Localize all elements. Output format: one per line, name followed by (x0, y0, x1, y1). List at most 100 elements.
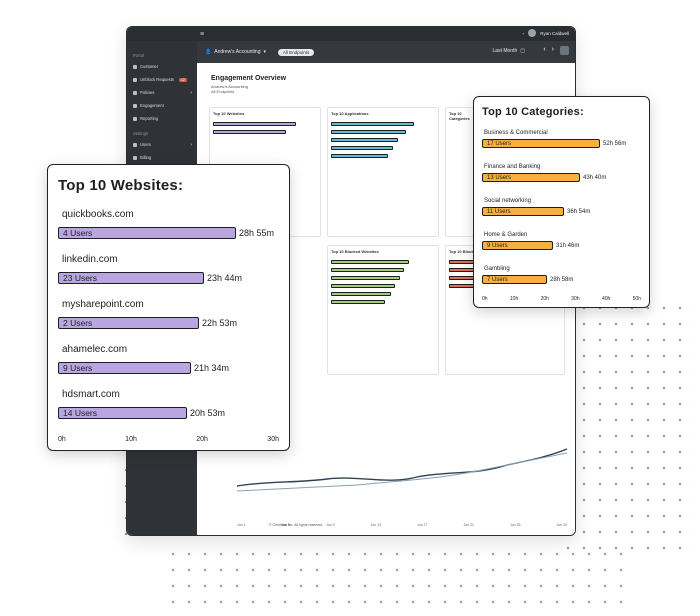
top-categories-card: Top 10 Categories: Business & Commercial… (473, 96, 650, 308)
top-websites-title: Top 10 Websites: (58, 177, 184, 194)
notification-icon[interactable]: ▫ (523, 31, 525, 36)
bar-value-label: 36h 54m (567, 208, 591, 215)
sidebar-heading-portal: Portal (133, 53, 144, 58)
trend-x-tick: Jun 9 (326, 523, 335, 527)
x-tick-label: 20h (540, 296, 549, 302)
bar-users-label: 2 Users (63, 318, 93, 328)
bar-users-label: 4 Users (63, 228, 93, 238)
sidebar-item-policies[interactable]: Policies › (127, 86, 197, 99)
row-label: quickbooks.com (62, 209, 134, 220)
next-period-button[interactable]: › (552, 46, 554, 55)
user-icon (133, 64, 137, 69)
mini-bar (331, 154, 389, 158)
mini-bar (331, 138, 398, 142)
mini-bar (331, 146, 394, 150)
sidebar-item-unblock-requests[interactable]: Unblock Requests 12 (127, 73, 197, 86)
unblock-count-badge: 12 (178, 77, 187, 82)
x-tick-label: 10h (125, 436, 137, 443)
bar-users-label: 17 Users (487, 140, 512, 147)
bar-users-label: 23 Users (63, 273, 98, 283)
mini-bar (331, 292, 392, 296)
bar-value-label: 23h 44m (207, 273, 243, 283)
mini-bar (331, 300, 386, 304)
row-label: mysharepoint.com (62, 299, 144, 310)
report-meta: Andrew's Accounting All Endpoints (211, 84, 249, 94)
lock-icon (133, 77, 137, 82)
sidebar-item-engagement[interactable]: Engagement (127, 99, 197, 112)
person-icon: 👤 (205, 49, 212, 55)
bar-website[interactable]: 23 Users 23h 44m (58, 272, 242, 284)
sidebar-item-billing[interactable]: Billing (127, 151, 197, 164)
trend-x-tick: Jun 29 (556, 523, 567, 527)
user-name: Ryan Caldwell (540, 30, 569, 36)
row-label: Gambling (484, 266, 510, 272)
row-label: Home & Garden (484, 232, 528, 238)
row-label: Business & Commercial (484, 130, 548, 136)
sidebar-item-reporting[interactable]: Reporting (127, 112, 197, 125)
period-select[interactable]: Last Month ▢ (493, 48, 525, 54)
report-title: Engagement Overview (211, 75, 287, 82)
x-tick-label: 50h (632, 296, 641, 302)
x-tick-label: 0h (58, 436, 66, 443)
bar-category[interactable]: 9 Users 31h 46m (482, 241, 579, 250)
chevron-right-icon: › (190, 89, 192, 96)
bar-users-label: 14 Users (63, 408, 98, 418)
bar-category[interactable]: 17 Users 52h 56m (482, 139, 626, 148)
mini-bar (331, 130, 406, 134)
calendar-icon: ▢ (520, 48, 525, 54)
refresh-button[interactable] (560, 46, 569, 55)
chevron-right-icon: › (190, 141, 192, 148)
bar-category[interactable]: 13 Users 43h 40m (482, 173, 606, 182)
row-label: Finance and Banking (484, 164, 541, 170)
mini-bar (331, 284, 396, 288)
bar-value-label: 31h 46m (556, 242, 580, 249)
bar-website[interactable]: 9 Users 21h 34m (58, 362, 229, 374)
dot-pattern-bottom (165, 546, 625, 612)
top-categories-x-axis: 0h 10h 20h 30h 40h 50h (482, 296, 641, 302)
dot-pattern-right (560, 300, 695, 550)
bar-value-label: 43h 40m (583, 174, 607, 181)
user-menu[interactable]: ▫ Ryan Caldwell (523, 29, 569, 37)
mini-bar (213, 122, 297, 126)
trend-x-tick: Jun 13 (370, 523, 382, 527)
avatar[interactable] (528, 29, 537, 37)
bar-users-label: 9 Users (63, 363, 93, 373)
mini-bar (331, 122, 415, 126)
menu-icon[interactable]: ≡ (200, 31, 204, 38)
x-tick-label: 30h (267, 436, 279, 443)
sidebar-item-customer[interactable]: Customer (127, 60, 197, 73)
bar-website[interactable]: 2 Users 22h 53m (58, 317, 237, 329)
sidebar-item-users[interactable]: Users › (127, 138, 197, 151)
bar-value-label: 21h 34m (194, 363, 230, 373)
top-bar: ≡ ▫ Ryan Caldwell (127, 27, 575, 41)
bar-users-label: 7 Users (487, 276, 508, 283)
bar-website[interactable]: 14 Users 20h 53m (58, 407, 225, 419)
x-tick-label: 10h (509, 296, 519, 302)
sidebar-heading-settings: Settings (133, 131, 149, 136)
bar-website[interactable]: 4 Users 28h 55m (58, 227, 274, 239)
mini-bar (331, 268, 404, 272)
bar-users-label: 11 Users (487, 208, 511, 215)
bar-value-label: 28h 58m (550, 276, 574, 283)
mini-bar (331, 276, 400, 280)
bar-category[interactable]: 7 Users 28h 58m (482, 275, 573, 284)
x-tick-label: 0h (482, 296, 488, 302)
bar-category[interactable]: 11 Users 36h 54m (482, 207, 590, 216)
trend-x-tick: Jun 17 (417, 523, 428, 527)
endpoints-select[interactable]: All Endpoints (278, 48, 315, 56)
copyright-note: © Cerulean Inc. All rights reserved. (269, 523, 324, 527)
x-tick-label: 30h (571, 296, 580, 302)
x-tick-label: 40h (601, 296, 611, 302)
prev-period-button[interactable]: ‹ (543, 46, 545, 55)
bar-value-label: 52h 56m (603, 140, 627, 147)
account-select[interactable]: 👤 Andrew's Accounting ▾ (205, 49, 266, 55)
row-label: linkedin.com (62, 254, 118, 265)
bar-users-label: 13 Users (487, 174, 512, 181)
chart-icon (133, 103, 137, 108)
bar-value-label: 20h 53m (190, 408, 226, 418)
bar-value-label: 22h 53m (202, 318, 238, 328)
shield-icon (133, 90, 137, 95)
bar-value-label: 28h 55m (239, 228, 275, 238)
bar-users-label: 9 Users (487, 242, 508, 249)
top-categories-title: Top 10 Categories: (482, 106, 584, 118)
